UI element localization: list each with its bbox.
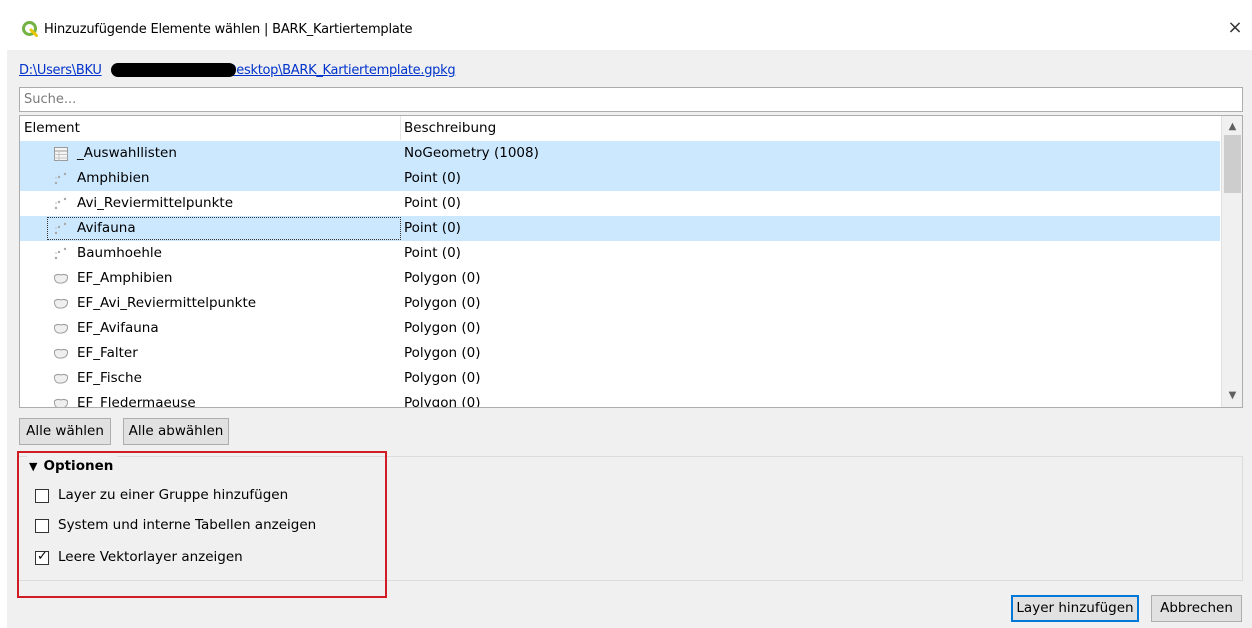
layer-description: Polygon (0) xyxy=(404,270,481,286)
layer-description: Polygon (0) xyxy=(404,395,481,408)
point-layer-icon xyxy=(53,246,69,262)
file-path-link[interactable]: D:\Users\BKU Desktop\BARK_Kartiertemplate… xyxy=(19,63,456,78)
polygon-layer-icon xyxy=(53,346,69,362)
layer-name: _Auswahllisten xyxy=(77,145,177,161)
option-label[interactable]: System und interne Tabellen anzeigen xyxy=(58,517,316,533)
table-row[interactable]: EF_Amphibien Polygon (0) xyxy=(20,266,1220,291)
layer-description: Polygon (0) xyxy=(404,295,481,311)
checkbox-show-empty-layers[interactable]: ✓ xyxy=(35,549,49,565)
layer-name: EF_Fledermaeuse xyxy=(77,395,196,408)
layer-name: Avifauna xyxy=(77,220,136,236)
layer-name: Baumhoehle xyxy=(77,245,162,261)
table-row[interactable]: EF_Avifauna Polygon (0) xyxy=(20,316,1220,341)
scroll-down-icon[interactable]: ▼ xyxy=(1222,387,1242,405)
table-row[interactable]: EF_Fledermaeuse Polygon (0) xyxy=(20,391,1220,408)
close-button[interactable]: × xyxy=(1224,16,1246,40)
polygon-layer-icon xyxy=(53,371,69,387)
table-header: Element Beschreibung xyxy=(20,116,1220,140)
layer-name: EF_Avi_Reviermittelpunkte xyxy=(77,295,257,311)
table-row[interactable]: EF_Falter Polygon (0) xyxy=(20,341,1220,366)
scroll-up-icon[interactable]: ▲ xyxy=(1222,118,1242,136)
checkbox-show-system-tables[interactable] xyxy=(35,519,49,533)
column-header-element[interactable]: Element xyxy=(24,120,80,136)
qgis-logo-icon xyxy=(22,21,38,37)
column-header-description[interactable]: Beschreibung xyxy=(404,120,496,136)
polygon-layer-icon xyxy=(53,396,69,407)
file-path-prefix: D:\Users\BKU xyxy=(19,63,102,78)
checkbox-add-to-group[interactable] xyxy=(35,489,49,503)
layer-description: Point (0) xyxy=(404,170,461,186)
redaction-mark xyxy=(111,63,236,77)
point-layer-icon xyxy=(53,196,69,212)
table-row[interactable]: Avifauna Point (0) xyxy=(20,216,1220,241)
table-row[interactable]: EF_Fische Polygon (0) xyxy=(20,366,1220,391)
vertical-scrollbar[interactable]: ▲ ▼ xyxy=(1221,116,1242,407)
deselect-all-button[interactable]: Alle abwählen xyxy=(123,418,229,445)
table-row[interactable]: EF_Avi_Reviermittelpunkte Polygon (0) xyxy=(20,291,1220,316)
layer-description: Polygon (0) xyxy=(404,320,481,336)
column-divider[interactable] xyxy=(400,116,401,140)
layer-description: Point (0) xyxy=(404,195,461,211)
point-layer-icon xyxy=(53,221,69,237)
collapse-arrow-icon[interactable]: ▼ xyxy=(29,457,37,477)
layer-name: EF_Avifauna xyxy=(77,320,159,336)
search-field[interactable] xyxy=(19,87,1243,112)
layer-list[interactable]: Element Beschreibung _Auswahllisten NoGeo… xyxy=(19,115,1243,408)
table-row[interactable]: Amphibien Point (0) xyxy=(20,166,1220,191)
options-header[interactable]: ▼ Optionen xyxy=(27,456,118,477)
point-layer-icon xyxy=(53,171,69,187)
layer-name: Avi_Reviermittelpunkte xyxy=(77,195,234,211)
option-label[interactable]: Layer zu einer Gruppe hinzufügen xyxy=(58,487,288,503)
table-row[interactable]: Avi_Reviermittelpunkte Point (0) xyxy=(20,191,1220,216)
layer-name: EF_Falter xyxy=(77,345,138,361)
layer-name: EF_Amphibien xyxy=(77,270,173,286)
layer-name: Amphibien xyxy=(77,170,150,186)
polygon-layer-icon xyxy=(53,321,69,337)
search-input[interactable] xyxy=(20,88,1242,111)
file-path-suffix: Desktop\BARK_Kartiertemplate.gpkg xyxy=(226,63,456,78)
options-title: Optionen xyxy=(43,458,114,474)
window-title: Hinzuzufügende Elemente wählen | BARK_Ka… xyxy=(44,22,413,37)
select-all-button[interactable]: Alle wählen xyxy=(19,418,111,445)
layer-description: Point (0) xyxy=(404,220,461,236)
table-row[interactable]: _Auswahllisten NoGeometry (1008) xyxy=(20,141,1220,166)
layer-description: Polygon (0) xyxy=(404,370,481,386)
cancel-button[interactable]: Abbrechen xyxy=(1151,595,1242,622)
layer-description: Polygon (0) xyxy=(404,345,481,361)
checkmark-icon: ✓ xyxy=(37,549,48,564)
table-row[interactable]: Baumhoehle Point (0) xyxy=(20,241,1220,266)
scroll-thumb[interactable] xyxy=(1224,135,1241,193)
title-bar: Hinzuzufügende Elemente wählen | BARK_Ka… xyxy=(0,0,1252,50)
layer-description: Point (0) xyxy=(404,245,461,261)
layer-name: EF_Fische xyxy=(77,370,142,386)
table-icon xyxy=(53,146,69,162)
add-layers-button[interactable]: Layer hinzufügen xyxy=(1011,595,1139,622)
layer-description: NoGeometry (1008) xyxy=(404,145,539,161)
option-label[interactable]: Leere Vektorlayer anzeigen xyxy=(58,549,243,565)
polygon-layer-icon xyxy=(53,271,69,287)
polygon-layer-icon xyxy=(53,296,69,312)
